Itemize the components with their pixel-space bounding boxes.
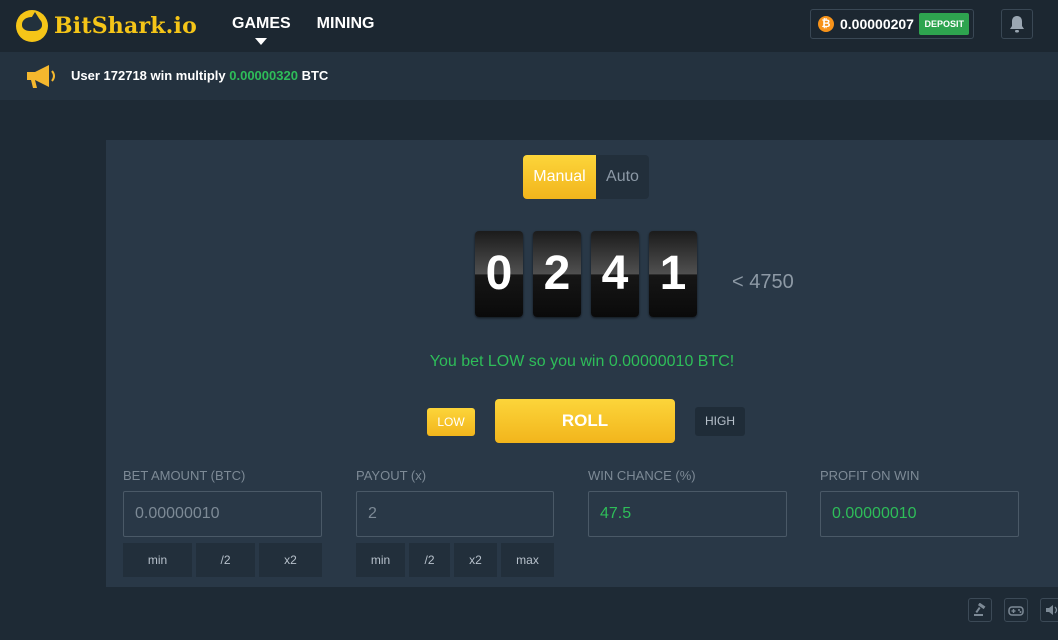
nav-item-games[interactable]: GAMES xyxy=(232,0,291,52)
profit-on-win-input[interactable]: 0.00000010 xyxy=(820,491,1019,537)
tab-manual[interactable]: Manual xyxy=(523,155,596,199)
tab-auto[interactable]: Auto xyxy=(596,155,649,199)
bitcoin-icon: ₿ xyxy=(818,16,834,32)
bell-icon xyxy=(1010,16,1024,33)
win-chance-input[interactable]: 47.5 xyxy=(588,491,787,537)
wallet-balance: ₿ 0.00000207 DEPOSIT xyxy=(810,9,974,39)
payout-input[interactable]: 2 xyxy=(356,491,554,537)
fairness-button[interactable] xyxy=(968,598,992,622)
nav-item-mining[interactable]: MINING xyxy=(317,0,375,52)
megaphone-icon xyxy=(27,65,55,88)
mode-switch: Manual Auto xyxy=(523,155,649,199)
sound-icon xyxy=(1046,605,1058,615)
top-bar: BitShark.io GAMES MINING ₿ 0.00000207 DE… xyxy=(0,0,1058,52)
main-nav: GAMES MINING xyxy=(232,0,400,52)
win-chance-label: WIN CHANCE (%) xyxy=(588,468,696,483)
profit-on-win-label: PROFIT ON WIN xyxy=(820,468,920,483)
logo[interactable]: BitShark.io xyxy=(16,9,197,43)
roll-digit-1: 0 xyxy=(475,231,523,317)
payout-max-button[interactable]: max xyxy=(501,543,554,577)
announcement-bar: User 172718 win multiply 0.00000320 BTC xyxy=(0,52,1058,100)
announcement-text: User 172718 win multiply 0.00000320 BTC xyxy=(71,68,328,83)
roll-digit-4: 1 xyxy=(649,231,697,317)
announcement-prefix: User 172718 win multiply xyxy=(71,68,226,83)
bet-double-button[interactable]: x2 xyxy=(259,543,322,577)
payout-label: PAYOUT (x) xyxy=(356,468,427,483)
shark-logo-icon xyxy=(16,10,48,42)
payout-min-button[interactable]: min xyxy=(356,543,405,577)
bet-low-button[interactable]: LOW xyxy=(427,408,475,436)
logo-text: BitShark.io xyxy=(54,13,197,39)
deposit-button[interactable]: DEPOSIT xyxy=(919,13,969,35)
roll-button[interactable]: ROLL xyxy=(495,399,675,443)
payout-double-button[interactable]: x2 xyxy=(454,543,497,577)
bet-amount-label: BET AMOUNT (BTC) xyxy=(123,468,246,483)
balance-amount: 0.00000207 xyxy=(840,16,914,32)
result-message: You bet LOW so you win 0.00000010 BTC! xyxy=(429,353,735,370)
bet-min-button[interactable]: min xyxy=(123,543,192,577)
bet-half-button[interactable]: /2 xyxy=(196,543,255,577)
fairness-icon xyxy=(974,603,986,616)
payout-half-button[interactable]: /2 xyxy=(409,543,450,577)
target-threshold: < 4750 xyxy=(732,271,794,293)
announcement-currency: BTC xyxy=(301,68,329,83)
roll-digit-3: 4 xyxy=(591,231,639,317)
bet-amount-input[interactable]: 0.00000010 xyxy=(123,491,322,537)
announcement-amount: 0.00000320 xyxy=(229,68,298,83)
roll-digit-2: 2 xyxy=(533,231,581,317)
bet-high-button[interactable]: HIGH xyxy=(695,407,745,436)
games-button[interactable] xyxy=(1004,598,1028,622)
gamepad-icon xyxy=(1008,606,1024,616)
notifications-button[interactable] xyxy=(1001,9,1033,39)
sound-button[interactable] xyxy=(1040,598,1058,622)
dice-game-panel: Manual Auto 0 2 4 1 < 4750 You bet LOW s… xyxy=(106,140,1058,587)
